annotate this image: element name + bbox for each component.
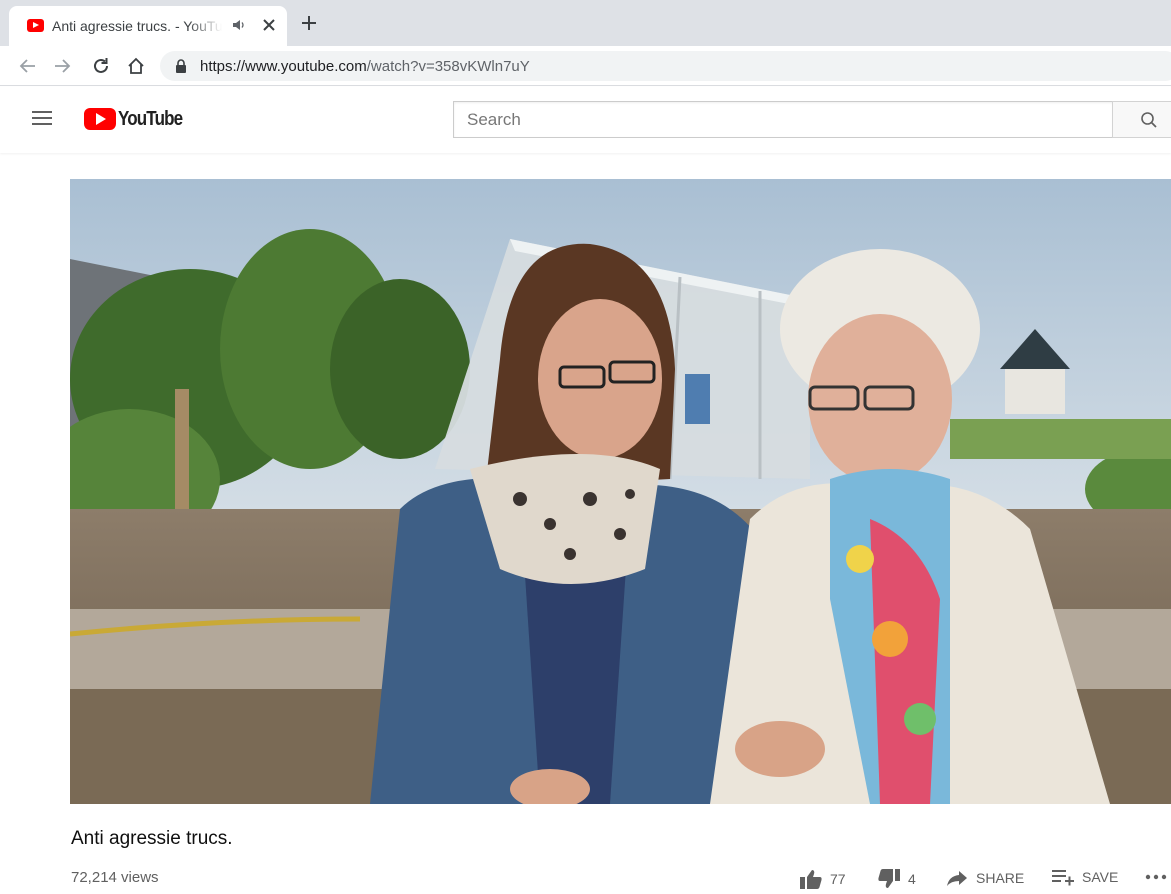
plus-icon[interactable] — [299, 13, 319, 33]
youtube-logo[interactable]: YouTube — [84, 107, 194, 131]
forward-arrow-icon[interactable] — [52, 56, 72, 76]
lock-icon — [176, 59, 186, 73]
dislike-button[interactable]: 4 — [877, 868, 916, 890]
youtube-play-logo-icon — [84, 108, 116, 130]
url-text: https://www.youtube.com/watch?v=358vKWln… — [200, 58, 530, 75]
browser-tab[interactable]: Anti agressie trucs. - YouTube — [9, 6, 287, 46]
audio-icon[interactable] — [231, 16, 247, 34]
youtube-logo-text: YouTube — [118, 107, 183, 130]
tab-title: Anti agressie trucs. - YouTube — [52, 18, 222, 34]
like-count: 77 — [830, 871, 846, 887]
youtube-favicon-icon — [27, 19, 44, 32]
search-box — [453, 101, 1113, 138]
browser-toolbar: https://www.youtube.com/watch?v=358vKWln… — [0, 46, 1171, 86]
video-frame — [70, 179, 1171, 804]
more-icon — [1145, 874, 1167, 880]
save-playlist-icon — [1052, 870, 1074, 886]
close-icon[interactable] — [259, 15, 279, 35]
search-input[interactable] — [454, 102, 1113, 137]
video-title: Anti agressie trucs. — [71, 828, 233, 849]
more-actions-button[interactable] — [1145, 872, 1171, 882]
view-count: 72,214 views — [71, 869, 159, 886]
save-label: SAVE — [1082, 869, 1119, 885]
thumbs-down-icon — [878, 869, 900, 888]
share-icon — [947, 871, 967, 886]
search-icon — [1141, 112, 1157, 128]
search-button[interactable] — [1112, 101, 1171, 138]
like-button[interactable]: 77 — [799, 868, 846, 890]
home-icon[interactable] — [126, 56, 146, 76]
save-button[interactable]: SAVE — [1051, 868, 1118, 886]
share-label: SHARE — [976, 870, 1025, 886]
share-button[interactable]: SHARE — [945, 868, 1024, 888]
back-arrow-icon[interactable] — [18, 56, 38, 76]
thumbs-up-icon — [800, 870, 822, 889]
hamburger-menu-icon[interactable] — [31, 108, 53, 128]
reload-icon[interactable] — [91, 56, 111, 76]
address-bar[interactable]: https://www.youtube.com/watch?v=358vKWln… — [160, 51, 1171, 81]
dislike-count: 4 — [908, 871, 916, 887]
youtube-masthead: YouTube — [0, 87, 1171, 153]
browser-tabstrip: Anti agressie trucs. - YouTube — [0, 0, 1171, 46]
video-player[interactable] — [70, 179, 1171, 804]
